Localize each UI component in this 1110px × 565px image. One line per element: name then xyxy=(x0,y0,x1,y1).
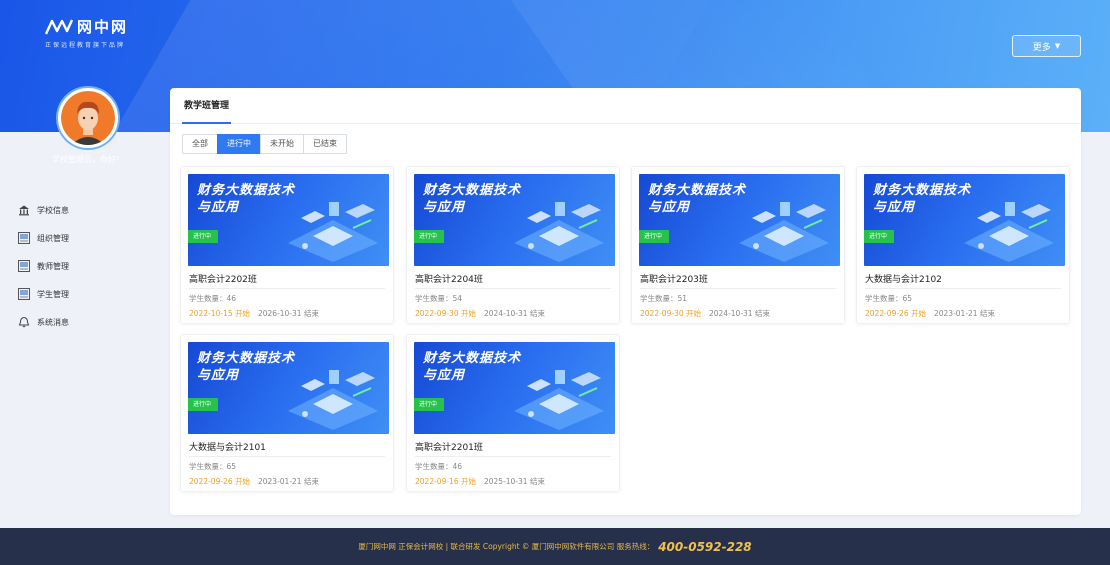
end-date: 2024-10-31 结束 xyxy=(708,309,770,318)
status-badge: 进行中 xyxy=(414,398,445,411)
bell-icon xyxy=(18,316,30,328)
class-name: 高职会计2204班 xyxy=(415,275,483,285)
page-title[interactable]: 教学班管理 xyxy=(182,88,232,124)
sidebar-nav: 学校信息 组织管理 教师管理 学生管理 系统消息 xyxy=(18,196,138,336)
avatar[interactable] xyxy=(58,88,118,148)
class-name: 高职会计2202班 xyxy=(189,275,257,285)
class-name: 高职会计2201班 xyxy=(415,443,483,453)
divider xyxy=(189,288,385,289)
data-illustration-icon xyxy=(288,370,378,430)
student-count: 学生数量：54 xyxy=(415,294,463,303)
data-illustration-icon xyxy=(514,370,604,430)
org-icon xyxy=(18,232,30,244)
start-date: 2022-09-30 开始 xyxy=(640,309,701,318)
sidebar-item-label: 学校信息 xyxy=(37,205,69,215)
class-card[interactable]: 财务大数据技术与应用 进行中 高职会计2203班 学生数量：51 2022-09… xyxy=(631,166,845,324)
class-name: 大数据与会计2102 xyxy=(865,275,942,285)
class-card[interactable]: 财务大数据技术与应用 进行中 高职会计2202班 学生数量：46 2022-10… xyxy=(180,166,394,324)
avatar-icon xyxy=(61,91,115,145)
class-dates: 2022-09-26 开始 2023-01-21 结束 xyxy=(189,476,319,487)
status-badge: 进行中 xyxy=(188,398,219,411)
data-illustration-icon xyxy=(514,202,604,262)
class-card[interactable]: 财务大数据技术与应用 进行中 大数据与会计2101 学生数量：65 2022-0… xyxy=(180,334,394,492)
class-dates: 2022-09-26 开始 2023-01-21 结束 xyxy=(865,308,995,319)
brand-slogan: 正保远程教育旗下品牌 xyxy=(45,42,126,49)
student-count: 学生数量：51 xyxy=(640,294,688,303)
course-banner: 财务大数据技术与应用 进行中 xyxy=(414,342,615,434)
class-card[interactable]: 财务大数据技术与应用 进行中 大数据与会计2102 学生数量：65 2022-0… xyxy=(856,166,1070,324)
course-banner: 财务大数据技术与应用 进行中 xyxy=(414,174,615,266)
user-greeting: 学校管理员，你好！ xyxy=(52,155,124,164)
status-badge: 进行中 xyxy=(639,230,670,243)
end-date: 2025-10-31 结束 xyxy=(483,477,545,486)
logo-mark-icon xyxy=(45,19,73,35)
start-date: 2022-09-16 开始 xyxy=(415,477,476,486)
class-name: 高职会计2203班 xyxy=(640,275,708,285)
data-illustration-icon xyxy=(964,202,1054,262)
start-date: 2022-10-15 开始 xyxy=(189,309,250,318)
sidebar-item-org[interactable]: 组织管理 xyxy=(18,224,138,252)
class-dates: 2022-09-16 开始 2025-10-31 结束 xyxy=(415,476,545,487)
caret-down-icon: ▼ xyxy=(1054,42,1061,50)
class-dates: 2022-10-15 开始 2026-10-31 结束 xyxy=(189,308,319,319)
sidebar-item-label: 教师管理 xyxy=(37,261,69,271)
sidebar-item-student[interactable]: 学生管理 xyxy=(18,280,138,308)
status-badge: 进行中 xyxy=(188,230,219,243)
class-dates: 2022-09-30 开始 2024-10-31 结束 xyxy=(415,308,545,319)
start-date: 2022-09-30 开始 xyxy=(415,309,476,318)
end-date: 2023-01-21 结束 xyxy=(933,309,995,318)
end-date: 2024-10-31 结束 xyxy=(483,309,545,318)
tab-all[interactable]: 全部 xyxy=(182,134,218,154)
sidebar-item-teacher[interactable]: 教师管理 xyxy=(18,252,138,280)
tab-not-started[interactable]: 未开始 xyxy=(260,134,304,154)
start-date: 2022-09-26 开始 xyxy=(865,309,926,318)
teacher-icon xyxy=(18,260,30,272)
sidebar-item-label: 系统消息 xyxy=(37,317,69,327)
divider xyxy=(415,288,611,289)
course-banner: 财务大数据技术与应用 进行中 xyxy=(864,174,1065,266)
user-profile: 学校管理员，你好！ xyxy=(40,82,150,165)
more-button[interactable]: 更多 ▼ xyxy=(1012,35,1081,57)
status-badge: 进行中 xyxy=(414,230,445,243)
student-count: 学生数量：46 xyxy=(415,462,463,471)
data-illustration-icon xyxy=(739,202,829,262)
course-banner: 财务大数据技术与应用 进行中 xyxy=(639,174,840,266)
student-icon xyxy=(18,288,30,300)
sidebar-item-messages[interactable]: 系统消息 xyxy=(18,308,138,336)
tab-in-progress[interactable]: 进行中 xyxy=(217,134,261,154)
panel-header: 教学班管理 xyxy=(170,88,1081,124)
data-illustration-icon xyxy=(288,202,378,262)
student-count: 学生数量：65 xyxy=(865,294,913,303)
divider xyxy=(865,288,1061,289)
end-date: 2026-10-31 结束 xyxy=(257,309,319,318)
divider xyxy=(415,456,611,457)
more-button-label: 更多 xyxy=(1032,42,1051,53)
sidebar-item-label: 组织管理 xyxy=(37,233,69,243)
divider xyxy=(189,456,385,457)
class-card[interactable]: 财务大数据技术与应用 进行中 高职会计2204班 学生数量：54 2022-09… xyxy=(406,166,620,324)
school-icon xyxy=(19,205,29,216)
course-banner: 财务大数据技术与应用 进行中 xyxy=(188,342,389,434)
page-footer: 厦门网中网 正保会计网校 | 联合研发 Copyright © 厦门网中网软件有… xyxy=(0,528,1110,565)
tab-ended[interactable]: 已结束 xyxy=(303,134,347,154)
brand-name: 网中网 xyxy=(77,18,129,36)
status-badge: 进行中 xyxy=(864,230,895,243)
brand-logo[interactable]: 网中网 正保远程教育旗下品牌 xyxy=(45,16,128,49)
sidebar-item-school-info[interactable]: 学校信息 xyxy=(18,196,138,224)
class-management-panel: 教学班管理 全部 进行中 未开始 已结束 财务大数据技术与应用 进行中 高职会计… xyxy=(170,88,1081,515)
class-card[interactable]: 财务大数据技术与应用 进行中 高职会计2201班 学生数量：46 2022-09… xyxy=(406,334,620,492)
end-date: 2023-01-21 结束 xyxy=(257,477,319,486)
divider xyxy=(640,288,836,289)
student-count: 学生数量：46 xyxy=(189,294,237,303)
class-dates: 2022-09-30 开始 2024-10-31 结束 xyxy=(640,308,770,319)
class-name: 大数据与会计2101 xyxy=(189,443,266,453)
start-date: 2022-09-26 开始 xyxy=(189,477,250,486)
status-filter-tabs: 全部 进行中 未开始 已结束 xyxy=(182,134,347,154)
course-banner: 财务大数据技术与应用 进行中 xyxy=(188,174,389,266)
service-hotline: 400-0592-228 xyxy=(658,539,752,554)
sidebar-item-label: 学生管理 xyxy=(37,289,69,299)
footer-text: 厦门网中网 正保会计网校 | 联合研发 Copyright © 厦门网中网软件有… xyxy=(358,542,655,551)
student-count: 学生数量：65 xyxy=(189,462,237,471)
